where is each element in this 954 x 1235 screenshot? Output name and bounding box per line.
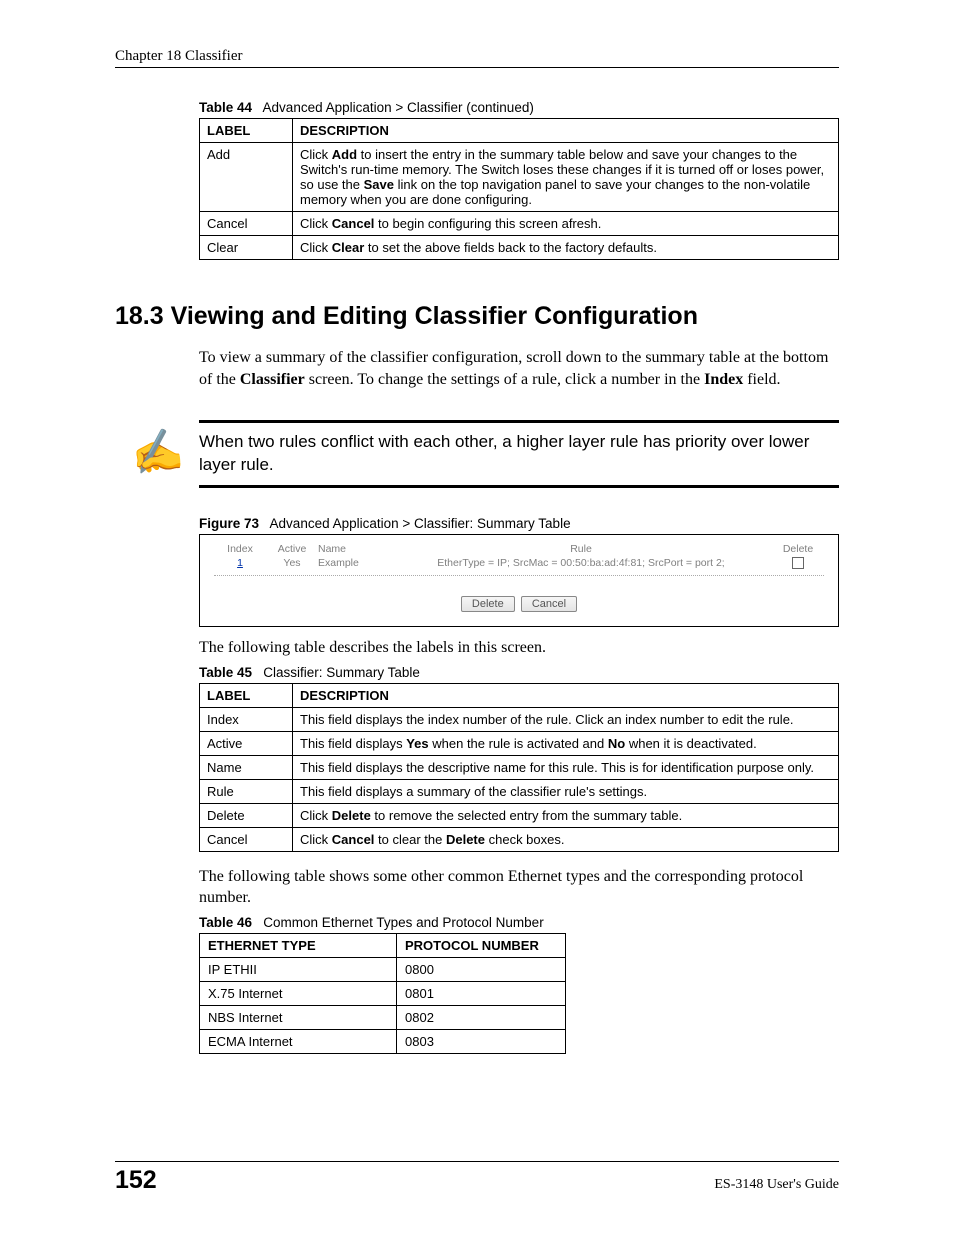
figure73-head-delete: Delete: [772, 543, 824, 555]
table-row: RuleThis field displays a summary of the…: [200, 779, 839, 803]
table-row: CancelClick Cancel to clear the Delete c…: [200, 827, 839, 851]
after-figure-text: The following table describes the labels…: [199, 637, 839, 659]
table-row: IndexThis field displays the index numbe…: [200, 707, 839, 731]
table46-proto: 0801: [397, 982, 566, 1006]
figure73-row-name: Example: [318, 557, 390, 569]
table44-desc: Click Clear to set the above fields back…: [293, 236, 839, 260]
table-row: ClearClick Clear to set the above fields…: [200, 236, 839, 260]
table-row: DeleteClick Delete to remove the selecte…: [200, 803, 839, 827]
page-number: 152: [115, 1166, 157, 1195]
table45-head-desc: DESCRIPTION: [293, 683, 839, 707]
table44-label: Clear: [200, 236, 293, 260]
table-row: ECMA Internet0803: [200, 1030, 566, 1054]
table46-etype: IP ETHII: [200, 958, 397, 982]
table44-desc: Click Add to insert the entry in the sum…: [293, 143, 839, 212]
figure73-cancel-button[interactable]: Cancel: [521, 596, 577, 612]
note-icon: ✍: [128, 429, 186, 478]
figure73-delete-button[interactable]: Delete: [461, 596, 515, 612]
figure73-caption-prefix: Figure 73: [199, 516, 259, 531]
section-intro: To view a summary of the classifier conf…: [199, 347, 839, 390]
table44: LABEL DESCRIPTION AddClick Add to insert…: [199, 118, 839, 260]
table46-etype: ECMA Internet: [200, 1030, 397, 1054]
table45-label: Delete: [200, 803, 293, 827]
header-rule: [115, 67, 839, 68]
guide-name: ES-3148 User's Guide: [714, 1177, 839, 1193]
figure73-row-rule: EtherType = IP; SrcMac = 00:50:ba:ad:4f:…: [390, 557, 772, 569]
table45-caption-text: Classifier: Summary Table: [263, 665, 420, 680]
table45-desc: This field displays the index number of …: [293, 707, 839, 731]
table-row: NameThis field displays the descriptive …: [200, 755, 839, 779]
table-row: AddClick Add to insert the entry in the …: [200, 143, 839, 212]
figure73-row-delete[interactable]: [772, 557, 824, 569]
table45-label: Name: [200, 755, 293, 779]
table45-label: Index: [200, 707, 293, 731]
table45-label: Cancel: [200, 827, 293, 851]
table45-label: Rule: [200, 779, 293, 803]
table44-caption: Table 44 Advanced Application > Classifi…: [115, 100, 839, 115]
figure73-row-index[interactable]: 1: [214, 557, 266, 569]
table45-desc: This field displays the descriptive name…: [293, 755, 839, 779]
figure73-head-name: Name: [318, 543, 390, 555]
table46-caption-prefix: Table 46: [199, 915, 252, 930]
table45-desc: This field displays Yes when the rule is…: [293, 731, 839, 755]
note-block: ✍ When two rules conflict with each othe…: [115, 420, 839, 488]
table45-desc: This field displays a summary of the cla…: [293, 779, 839, 803]
chapter-header: Chapter 18 Classifier: [115, 48, 839, 65]
figure73-caption: Figure 73 Advanced Application > Classif…: [115, 516, 839, 531]
footer-rule: [115, 1161, 839, 1162]
table44-head-label: LABEL: [200, 119, 293, 143]
figure73-buttons: Delete Cancel: [214, 576, 824, 612]
table45-head-label: LABEL: [200, 683, 293, 707]
figure73-head-row: Index Active Name Rule Delete: [214, 543, 824, 555]
table45-caption-prefix: Table 45: [199, 665, 252, 680]
table-row: ActiveThis field displays Yes when the r…: [200, 731, 839, 755]
table44-caption-prefix: Table 44: [199, 100, 252, 115]
table-row: X.75 Internet0801: [200, 982, 566, 1006]
table46-caption-text: Common Ethernet Types and Protocol Numbe…: [263, 915, 543, 930]
table46-head-etype: ETHERNET TYPE: [200, 934, 397, 958]
table44-label: Add: [200, 143, 293, 212]
table46-head-proto: PROTOCOL NUMBER: [397, 934, 566, 958]
table45: LABEL DESCRIPTION IndexThis field displa…: [199, 683, 839, 852]
table45-desc: Click Cancel to clear the Delete check b…: [293, 827, 839, 851]
table45-label: Active: [200, 731, 293, 755]
figure73-head-rule: Rule: [390, 543, 772, 555]
note-rule-bottom: [199, 485, 839, 488]
section-title: 18.3 Viewing and Editing Classifier Conf…: [115, 302, 839, 331]
table44-caption-text: Advanced Application > Classifier (conti…: [263, 100, 534, 115]
table45-caption: Table 45 Classifier: Summary Table: [115, 665, 839, 680]
figure73-delete-checkbox[interactable]: [792, 557, 804, 569]
table46-etype: X.75 Internet: [200, 982, 397, 1006]
table46: ETHERNET TYPE PROTOCOL NUMBER IP ETHII08…: [199, 933, 566, 1054]
table46-proto: 0802: [397, 1006, 566, 1030]
figure73-data-row: 1 Yes Example EtherType = IP; SrcMac = 0…: [214, 555, 824, 576]
figure73-head-index: Index: [214, 543, 266, 555]
table46-etype: NBS Internet: [200, 1006, 397, 1030]
table45-desc: Click Delete to remove the selected entr…: [293, 803, 839, 827]
table44-head-desc: DESCRIPTION: [293, 119, 839, 143]
after-t45-text: The following table shows some other com…: [199, 866, 839, 909]
table-row: NBS Internet0802: [200, 1006, 566, 1030]
table44-desc: Click Cancel to begin configuring this s…: [293, 212, 839, 236]
note-text: When two rules conflict with each other,…: [199, 431, 839, 477]
figure73-head-active: Active: [266, 543, 318, 555]
table-row: CancelClick Cancel to begin configuring …: [200, 212, 839, 236]
table46-caption: Table 46 Common Ethernet Types and Proto…: [115, 915, 839, 930]
figure73-box: Index Active Name Rule Delete 1 Yes Exam…: [199, 534, 839, 627]
table46-proto: 0800: [397, 958, 566, 982]
table46-proto: 0803: [397, 1030, 566, 1054]
page-footer: 152 ES-3148 User's Guide: [115, 1161, 839, 1195]
table44-label: Cancel: [200, 212, 293, 236]
table-row: IP ETHII0800: [200, 958, 566, 982]
figure73-row-active: Yes: [266, 557, 318, 569]
figure73-index-link[interactable]: 1: [237, 557, 243, 569]
figure73-caption-text: Advanced Application > Classifier: Summa…: [270, 516, 571, 531]
note-rule-top: [199, 420, 839, 423]
